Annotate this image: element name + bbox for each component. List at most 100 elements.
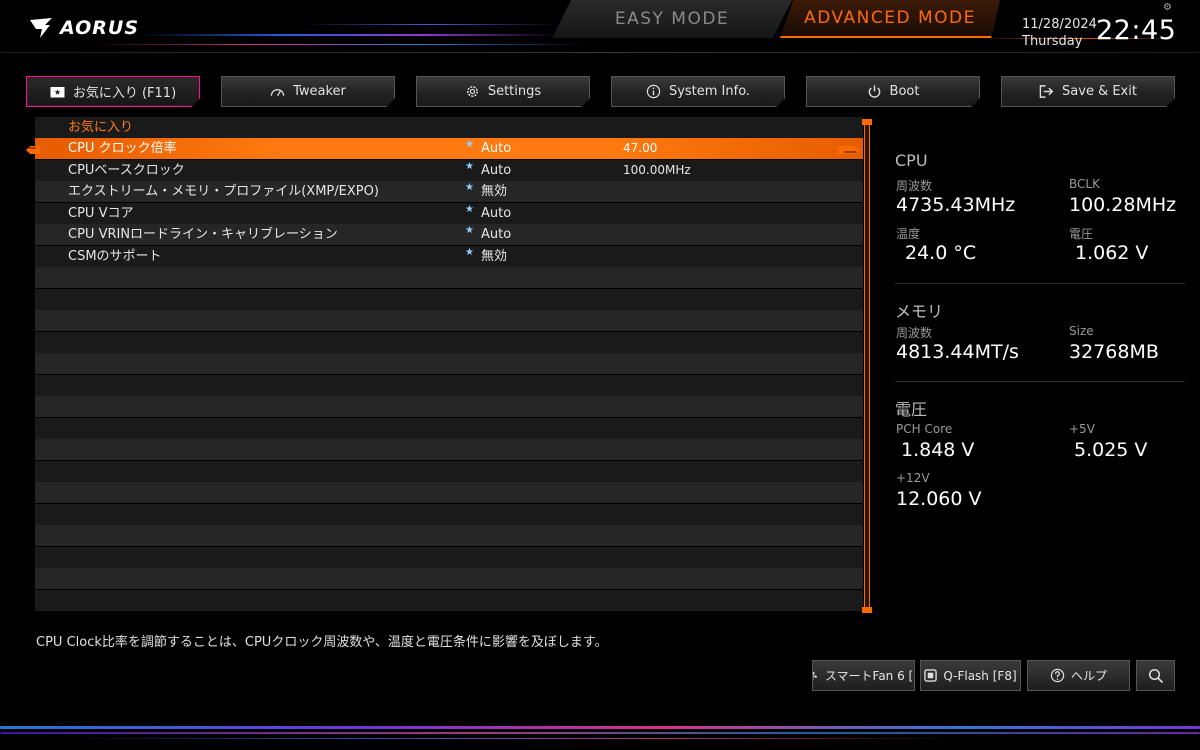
selection-edge-right: [838, 146, 860, 154]
brand-name: AORUS: [60, 17, 140, 39]
tab-boot-label: Boot: [889, 84, 920, 99]
gear-icon[interactable]: ⚙: [1163, 2, 1172, 13]
divider: [895, 381, 1185, 382]
setting-value[interactable]: Auto: [481, 203, 511, 224]
voltage-section-title: 電圧: [895, 400, 928, 419]
setting-label: CPU Vコア: [68, 206, 134, 221]
empty-row: [35, 504, 863, 525]
v12-label: +12V: [896, 471, 930, 485]
empty-row: [35, 461, 863, 482]
v5-value: 5.025 V: [1074, 439, 1148, 461]
memory-freq-label: 周波数: [896, 326, 933, 340]
aorus-eagle-icon: [30, 18, 52, 38]
favorite-star-icon[interactable]: ★: [465, 220, 474, 241]
empty-row: [35, 568, 863, 589]
speedometer-icon: [270, 84, 285, 99]
empty-row: [35, 289, 863, 310]
advanced-mode-button[interactable]: ADVANCED MODE: [780, 0, 1000, 38]
favorite-star-icon[interactable]: ★: [465, 199, 474, 220]
setting-row-csm[interactable]: CSMのサポート ★ 無効: [35, 246, 863, 267]
tab-save-exit-label: Save & Exit: [1062, 84, 1137, 99]
qflash-icon: [924, 669, 938, 682]
qflash-button[interactable]: Q-Flash [F8]: [920, 660, 1021, 691]
cpu-freq-value: 4735.43MHz: [896, 194, 1016, 216]
help-icon: [1050, 668, 1065, 683]
setting-value[interactable]: Auto: [481, 138, 511, 159]
setting-row-llc[interactable]: CPU VRINロードライン・キャリブレーション ★ Auto: [35, 224, 863, 245]
gear-icon: [465, 84, 480, 99]
setting-value[interactable]: Auto: [481, 160, 511, 181]
exit-icon: [1039, 84, 1054, 99]
v12-value: 12.060 V: [896, 488, 982, 510]
bclk-label: BCLK: [1069, 177, 1100, 191]
clock-display: 22:45: [1096, 15, 1177, 46]
memory-size-label: Size: [1069, 324, 1094, 338]
pch-core-label: PCH Core: [896, 422, 953, 436]
cpu-volt-label: 電圧: [1069, 227, 1094, 241]
empty-row: [35, 525, 863, 546]
aorus-logo: AORUS: [28, 16, 139, 40]
favorite-star-icon[interactable]: ★: [465, 177, 474, 198]
tab-system-info[interactable]: System Info.: [611, 76, 785, 107]
empty-row: [35, 547, 863, 568]
scrollbar-thumb[interactable]: [864, 119, 870, 613]
cpu-temp-value: 24.0 °C: [905, 242, 977, 264]
setting-row-vcore[interactable]: CPU Vコア ★ Auto: [35, 203, 863, 224]
tab-favorites-label: お気に入り (F11): [72, 86, 177, 101]
empty-row: [35, 332, 863, 353]
setting-label: CPUベースクロック: [68, 163, 185, 178]
favorites-icon: [50, 84, 65, 99]
setting-label: CPU VRINロードライン・キャリブレーション: [68, 227, 338, 242]
info-icon: [646, 84, 661, 99]
cpu-section-title: CPU: [895, 151, 928, 170]
selection-edge-left: [26, 146, 40, 154]
help-button[interactable]: ヘルプ: [1027, 660, 1130, 691]
setting-label: CPU クロック倍率: [68, 141, 177, 156]
favorites-list: お気に入り CPU クロック倍率 ★ Auto 47.00 CPUベースクロック…: [35, 117, 863, 613]
divider: [895, 283, 1185, 284]
qflash-label: Q-Flash [F8]: [943, 668, 1017, 683]
main-tabs: お気に入り (F11) Tweaker Settings System Info…: [26, 76, 1176, 108]
search-button[interactable]: [1136, 660, 1175, 691]
footer-decoration: [0, 718, 1200, 750]
empty-row: [35, 439, 863, 460]
item-help-text: CPU Clock比率を調節することは、CPUクロック周波数や、温度と電圧条件に…: [36, 635, 608, 650]
section-title: お気に入り: [68, 120, 134, 135]
memory-size-value: 32768MB: [1069, 341, 1159, 363]
bclk-value: 100.28MHz: [1069, 194, 1177, 216]
setting-value[interactable]: Auto: [481, 224, 511, 245]
section-row: お気に入り: [35, 117, 863, 138]
cpu-volt-value: 1.062 V: [1075, 242, 1149, 264]
empty-row: [35, 590, 863, 611]
empty-row: [35, 375, 863, 396]
setting-row-base-clock[interactable]: CPUベースクロック ★ Auto 100.00MHz: [35, 160, 863, 181]
tab-tweaker[interactable]: Tweaker: [221, 76, 395, 107]
scrollbar-cap-top: [862, 119, 872, 125]
tab-save-exit[interactable]: Save & Exit: [1001, 76, 1175, 107]
setting-row-cpu-ratio[interactable]: CPU クロック倍率 ★ Auto 47.00: [35, 138, 863, 159]
smart-fan-button[interactable]: スマートFan 6 [F: [812, 660, 915, 691]
tab-favorites[interactable]: お気に入り (F11): [26, 76, 200, 107]
cpu-temp-label: 温度: [896, 227, 921, 241]
setting-value[interactable]: 無効: [481, 246, 507, 267]
favorite-star-icon[interactable]: ★: [465, 134, 474, 155]
setting-label: CSMのサポート: [68, 249, 162, 264]
setting-row-xmp[interactable]: エクストリーム・メモリ・プロファイル(XMP/EXPO) ★ 無効: [35, 181, 863, 202]
empty-row: [35, 310, 863, 331]
search-icon: [1148, 668, 1164, 684]
favorite-star-icon[interactable]: ★: [465, 156, 474, 177]
favorite-star-icon[interactable]: ★: [465, 242, 474, 263]
tab-tweaker-label: Tweaker: [293, 84, 346, 99]
tab-boot[interactable]: Boot: [806, 76, 980, 107]
fan-icon: [813, 669, 819, 683]
power-icon: [867, 84, 882, 99]
easy-mode-button[interactable]: EASY MODE: [552, 0, 792, 38]
help-label: ヘルプ: [1070, 669, 1107, 683]
setting-label: エクストリーム・メモリ・プロファイル(XMP/EXPO): [68, 184, 379, 199]
empty-row: [35, 353, 863, 374]
setting-value[interactable]: 無効: [481, 181, 507, 202]
setting-current-value: 100.00MHz: [623, 163, 691, 177]
cpu-freq-label: 周波数: [896, 179, 933, 193]
scrollbar-cap-bottom: [862, 607, 872, 613]
tab-settings[interactable]: Settings: [416, 76, 590, 107]
